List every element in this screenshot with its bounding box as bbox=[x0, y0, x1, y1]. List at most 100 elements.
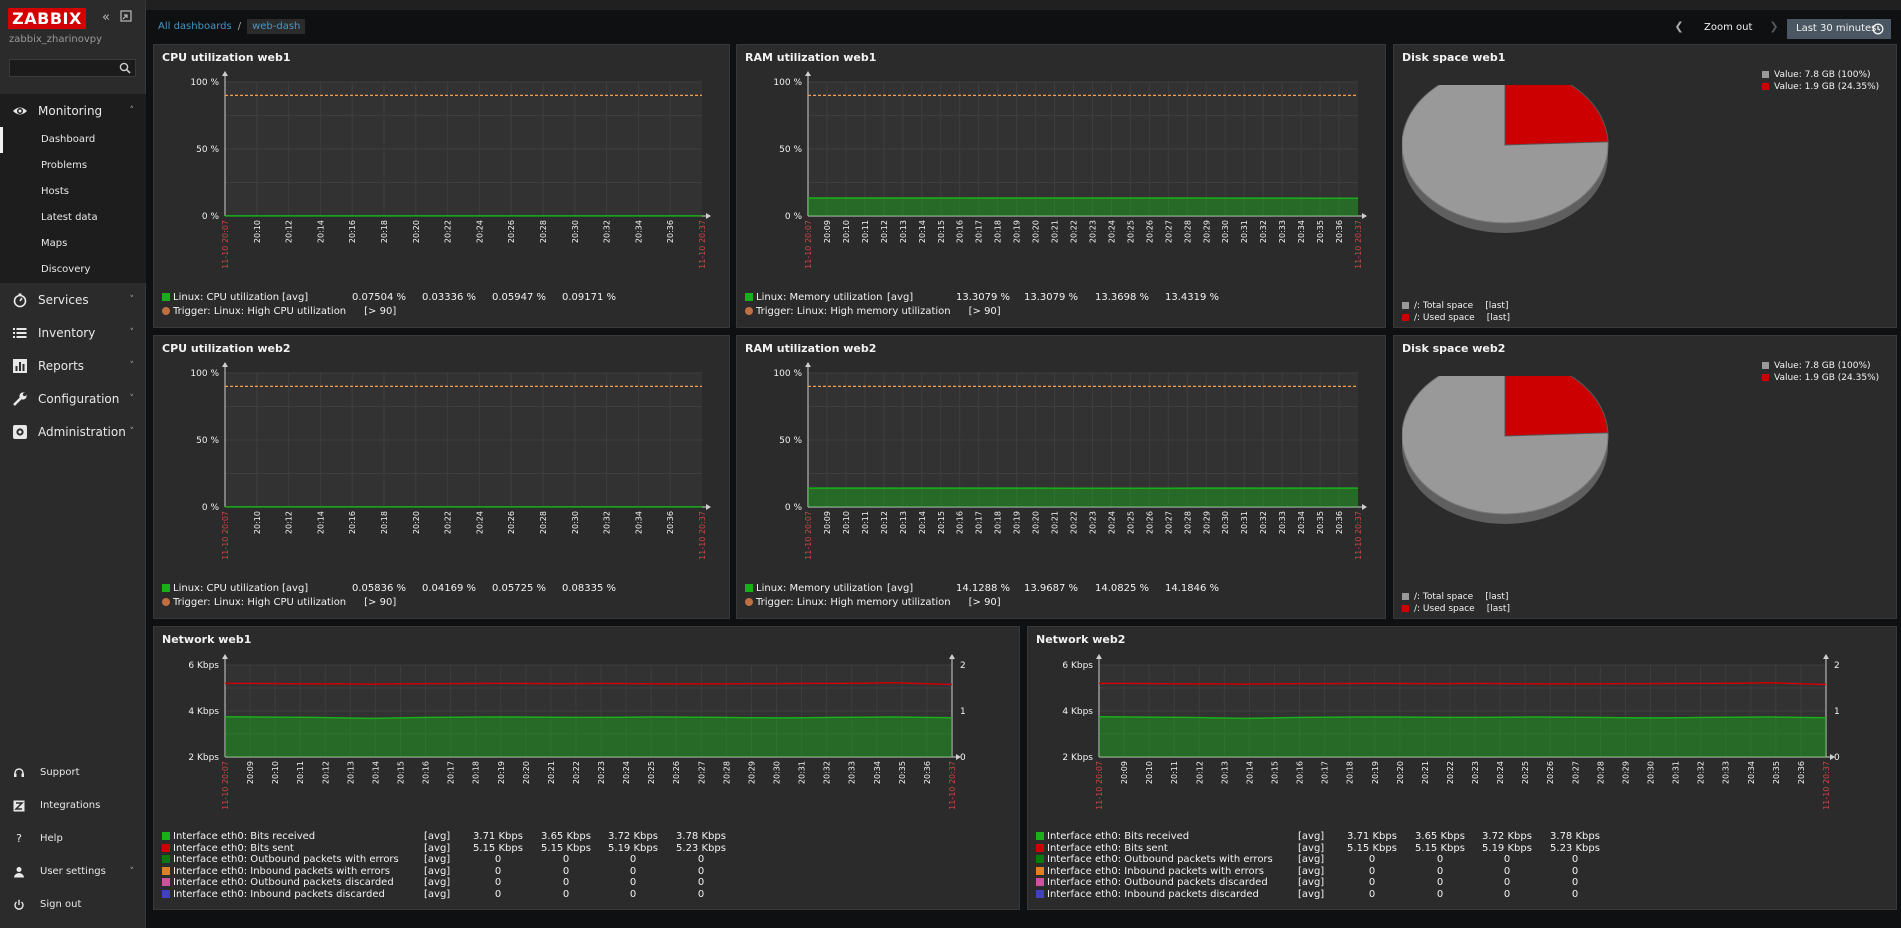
time-start-label: 11-10 20:07 bbox=[221, 761, 230, 810]
time-start-label: 11-10 20:07 bbox=[221, 220, 230, 269]
x-tick-label: 20:26 bbox=[1145, 511, 1154, 534]
legend-value-max: 0 bbox=[697, 865, 705, 877]
submenu-problems[interactable]: Problems bbox=[0, 153, 146, 179]
x-tick-label: 20:18 bbox=[1346, 761, 1355, 784]
y-tick-label: 50 % bbox=[779, 436, 802, 446]
legend-value-min: 0.04169 % bbox=[421, 583, 477, 594]
legend-color-swatch bbox=[162, 855, 170, 864]
legend-color-swatch bbox=[162, 866, 170, 875]
legend-func: [avg] bbox=[1298, 842, 1325, 854]
x-tick-label: 20:23 bbox=[1088, 511, 1097, 534]
legend-func: [avg] bbox=[1298, 831, 1325, 842]
x-tick-label: 20:26 bbox=[672, 761, 681, 784]
y-axis-arrow bbox=[805, 71, 811, 76]
x-tick-label: 20:33 bbox=[1722, 761, 1731, 784]
x-tick-label: 20:17 bbox=[1321, 761, 1330, 784]
pie-item-row: /: Total space [last] bbox=[1402, 592, 1510, 604]
sidebar-search-input[interactable] bbox=[9, 59, 136, 77]
y-tick-label: 50 % bbox=[196, 436, 219, 446]
x-axis-arrow bbox=[706, 213, 711, 219]
zabbix-logo[interactable]: ZABBIX bbox=[8, 8, 86, 29]
collapse-sidebar-icon[interactable]: « bbox=[98, 10, 114, 26]
x-tick-label: 20:13 bbox=[346, 761, 355, 784]
trigger-value: [> 90] bbox=[968, 597, 1001, 608]
search-icon[interactable] bbox=[119, 62, 131, 74]
menu-integrations[interactable]: Integrations bbox=[0, 789, 146, 822]
series-area bbox=[225, 716, 952, 757]
submenu-dashboard[interactable]: Dashboard bbox=[0, 127, 146, 153]
legend-func: [avg] bbox=[1298, 877, 1325, 889]
y-axis-arrow bbox=[1096, 654, 1102, 659]
menu-configuration[interactable]: Configuration ˅ bbox=[0, 382, 146, 415]
kiosk-mode-icon[interactable] bbox=[118, 10, 134, 26]
pie-value-row: Value: 7.8 GB (100%) bbox=[1762, 361, 1879, 373]
time-end-label: 11-10 20:37 bbox=[1354, 220, 1363, 269]
time-start-label: 11-10 20:07 bbox=[1095, 761, 1104, 810]
x-tick-label: 20:12 bbox=[321, 761, 330, 784]
pie-item-func: [last] bbox=[1486, 313, 1510, 323]
menu-monitoring[interactable]: Monitoring ˄ bbox=[0, 94, 146, 127]
breadcrumb-all-dashboards[interactable]: All dashboards bbox=[158, 21, 232, 32]
x-tick-label: 20:14 bbox=[371, 761, 380, 784]
legend-func: [avg] bbox=[1298, 889, 1325, 900]
y2-tick-label: 2 bbox=[1834, 661, 1840, 671]
time-range-button[interactable]: Last 30 minutes bbox=[1787, 19, 1891, 39]
trigger-dot bbox=[745, 598, 753, 606]
legend-func: [avg] bbox=[887, 583, 914, 594]
menu-sign-out-label: Sign out bbox=[40, 899, 82, 910]
x-tick-label: 20:15 bbox=[396, 761, 405, 784]
x-tick-label: 20:16 bbox=[956, 220, 965, 243]
x-tick-label: 20:15 bbox=[1270, 761, 1279, 784]
submenu-maps[interactable]: Maps bbox=[0, 231, 146, 257]
pie-value-legend: Value: 7.8 GB (100%) Value: 1.9 GB (24.35… bbox=[1762, 361, 1879, 385]
x-tick-label: 20:34 bbox=[634, 511, 643, 534]
x-tick-label: 20:22 bbox=[1070, 220, 1079, 243]
legend-color-swatch bbox=[1036, 855, 1044, 864]
y2-tick-label: 2 bbox=[960, 661, 966, 671]
menu-configuration-label: Configuration bbox=[38, 391, 120, 406]
x-tick-label: 20:14 bbox=[316, 511, 325, 534]
x-tick-label: 20:09 bbox=[823, 511, 832, 534]
submenu-discovery[interactable]: Discovery bbox=[0, 257, 146, 283]
widget-ram-web2: RAM utilization web2 100 % 50 % 0 % 20:09 20… bbox=[736, 335, 1386, 619]
legend-func: [avg] bbox=[1298, 854, 1325, 866]
legend-value-max: 14.1846 % bbox=[1164, 583, 1220, 594]
x-tick-label: 20:33 bbox=[848, 761, 857, 784]
x-tick-label: 20:26 bbox=[1546, 761, 1555, 784]
y-axis-arrow bbox=[222, 362, 228, 367]
x-tick-label: 20:25 bbox=[647, 761, 656, 784]
series-area bbox=[808, 198, 1358, 216]
time-forward-chevron-icon[interactable]: ❯ bbox=[1767, 20, 1781, 34]
menu-reports[interactable]: Reports ˅ bbox=[0, 349, 146, 382]
legend-series-name: Interface eth0: Outbound packets discard… bbox=[1047, 877, 1268, 889]
legend-value-avg: 0.05725 % bbox=[491, 583, 547, 594]
legend-value-avg: 0.05947 % bbox=[491, 292, 547, 303]
menu-administration[interactable]: Administration ˅ bbox=[0, 415, 146, 448]
breadcrumb-current-dashboard[interactable]: web-dash bbox=[247, 19, 306, 34]
graph-legend: Linux: CPU utilization [avg] 0.05836 % 0.04… bbox=[162, 573, 662, 618]
legend-color-swatch bbox=[1402, 314, 1409, 321]
widget-network-web1: Network web1 6 Kbps 4 Kbps 2 Kbps 2 1 0 20:09 2… bbox=[153, 626, 1020, 910]
submenu-latest-data[interactable]: Latest data bbox=[0, 205, 146, 231]
legend-row: Interface eth0: Inbound packets discarde… bbox=[162, 889, 385, 900]
pie-item-row: /: Used space [last] bbox=[1402, 313, 1510, 325]
submenu-hosts[interactable]: Hosts bbox=[0, 179, 146, 205]
zoom-out-button[interactable]: Zoom out bbox=[1704, 22, 1752, 33]
menu-sign-out[interactable]: Sign out bbox=[0, 888, 146, 921]
menu-inventory-label: Inventory bbox=[38, 325, 96, 340]
time-back-chevron-icon[interactable]: ❮ bbox=[1672, 20, 1686, 34]
menu-user-settings[interactable]: User settings ˅ bbox=[0, 855, 146, 888]
x-tick-label: 20:25 bbox=[1126, 511, 1135, 534]
time-end-label: 11-10 20:37 bbox=[948, 761, 957, 810]
x-tick-label: 20:15 bbox=[937, 220, 946, 243]
legend-row: Interface eth0: Outbound packets discard… bbox=[1036, 877, 1268, 888]
monitoring-submenu: Dashboard Problems Hosts Latest data Map… bbox=[0, 127, 146, 283]
menu-inventory[interactable]: Inventory ˅ bbox=[0, 316, 146, 349]
menu-support[interactable]: Support bbox=[0, 756, 146, 789]
pie-item-func: [last] bbox=[1486, 604, 1510, 614]
menu-help[interactable]: ? Help bbox=[0, 822, 146, 855]
x-tick-label: 20:10 bbox=[253, 511, 262, 534]
headset-icon bbox=[14, 767, 24, 777]
pie-value-text: Value: 1.9 GB (24.35%) bbox=[1774, 373, 1880, 383]
menu-services[interactable]: Services ˅ bbox=[0, 283, 146, 316]
